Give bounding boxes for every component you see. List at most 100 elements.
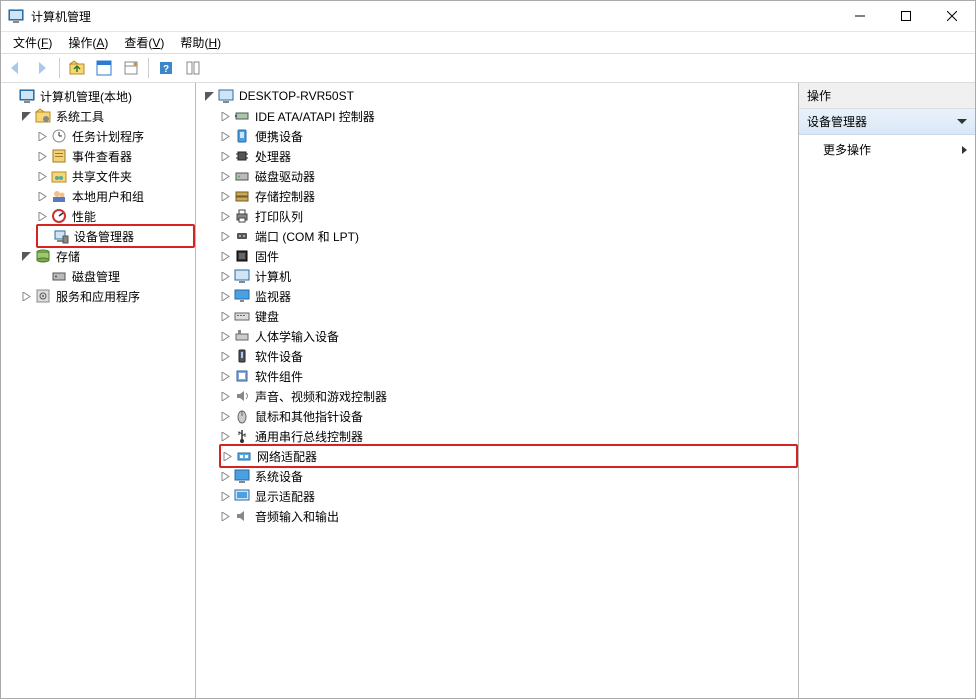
- tree-label: 存储: [54, 248, 82, 265]
- device-usb[interactable]: 通用串行总线控制器: [219, 426, 798, 446]
- expander-closed-icon[interactable]: [219, 350, 231, 362]
- menu-help[interactable]: 帮助(H): [172, 32, 229, 53]
- tree-root-computer-management[interactable]: 计算机管理(本地): [4, 86, 195, 106]
- device-processors[interactable]: 处理器: [219, 146, 798, 166]
- device-label: 处理器: [253, 148, 293, 165]
- tree-storage[interactable]: 存储: [20, 246, 195, 266]
- expander-closed-icon[interactable]: [36, 210, 48, 222]
- device-firmware[interactable]: 固件: [219, 246, 798, 266]
- expander-closed-icon[interactable]: [36, 150, 48, 162]
- device-keyboards[interactable]: 键盘: [219, 306, 798, 326]
- expander-closed-icon[interactable]: [219, 490, 231, 502]
- toolbar-btn-b[interactable]: [119, 56, 143, 80]
- tree-services-apps[interactable]: 服务和应用程序: [20, 286, 195, 306]
- minimize-button[interactable]: [837, 1, 883, 31]
- expander-closed-icon[interactable]: [219, 410, 231, 422]
- close-button[interactable]: [929, 1, 975, 31]
- device-computer-cat[interactable]: 计算机: [219, 266, 798, 286]
- expander-open-icon[interactable]: [20, 250, 32, 262]
- collapse-arrow-icon: [957, 119, 967, 124]
- up-button[interactable]: [65, 56, 89, 80]
- expander-closed-icon[interactable]: [219, 250, 231, 262]
- toolbar-separator: [59, 58, 60, 78]
- device-tree-pane[interactable]: DESKTOP-RVR50ST IDE ATA/ATAPI 控制器 便携设备 处…: [196, 83, 799, 698]
- device-software-devices[interactable]: 软件设备: [219, 346, 798, 366]
- expander-closed-icon[interactable]: [219, 270, 231, 282]
- menu-view[interactable]: 查看(V): [116, 32, 172, 53]
- device-network-adapters[interactable]: 网络适配器: [219, 444, 798, 468]
- maximize-button[interactable]: [883, 1, 929, 31]
- expander-closed-icon[interactable]: [219, 310, 231, 322]
- expander-closed-icon[interactable]: [219, 150, 231, 162]
- menubar: 文件(F) 操作(A) 查看(V) 帮助(H): [1, 32, 975, 53]
- device-sound[interactable]: 声音、视频和游戏控制器: [219, 386, 798, 406]
- expander-closed-icon[interactable]: [221, 450, 233, 462]
- software-component-icon: [234, 368, 250, 384]
- tree-device-manager[interactable]: 设备管理器: [36, 224, 195, 248]
- help-button[interactable]: ?: [154, 56, 178, 80]
- left-tree-pane[interactable]: 计算机管理(本地) 系统工具 任务计划程序 事件查看器 共享文件夹: [1, 83, 196, 698]
- device-ports[interactable]: 端口 (COM 和 LPT): [219, 226, 798, 246]
- expander-closed-icon[interactable]: [36, 170, 48, 182]
- expander-closed-icon[interactable]: [219, 210, 231, 222]
- expander-closed-icon[interactable]: [219, 470, 231, 482]
- device-software-components[interactable]: 软件组件: [219, 366, 798, 386]
- device-print-queues[interactable]: 打印队列: [219, 206, 798, 226]
- expander-closed-icon[interactable]: [219, 290, 231, 302]
- device-label: 通用串行总线控制器: [253, 428, 365, 445]
- actions-more-actions[interactable]: 更多操作: [799, 135, 975, 164]
- device-system-devices[interactable]: 系统设备: [219, 466, 798, 486]
- menu-action[interactable]: 操作(A): [60, 32, 116, 53]
- tree-label: 共享文件夹: [70, 168, 134, 185]
- device-mice[interactable]: 鼠标和其他指针设备: [219, 406, 798, 426]
- tree-shared-folders[interactable]: 共享文件夹: [36, 166, 195, 186]
- device-audio-io[interactable]: 音频输入和输出: [219, 506, 798, 526]
- expander-closed-icon[interactable]: [20, 290, 32, 302]
- actions-item-label: 更多操作: [823, 141, 871, 158]
- expander-closed-icon[interactable]: [219, 110, 231, 122]
- menu-file[interactable]: 文件(F): [5, 32, 60, 53]
- expander-closed-icon[interactable]: [219, 430, 231, 442]
- device-hid[interactable]: 人体学输入设备: [219, 326, 798, 346]
- actions-category[interactable]: 设备管理器: [799, 109, 975, 135]
- device-label: 声音、视频和游戏控制器: [253, 388, 389, 405]
- device-portable-devices[interactable]: 便携设备: [219, 126, 798, 146]
- tree-system-tools[interactable]: 系统工具: [20, 106, 195, 126]
- device-monitors[interactable]: 监视器: [219, 286, 798, 306]
- expander-closed-icon[interactable]: [219, 390, 231, 402]
- expander-closed-icon[interactable]: [219, 510, 231, 522]
- tree-performance[interactable]: 性能: [36, 206, 195, 226]
- tree-local-users-groups[interactable]: 本地用户和组: [36, 186, 195, 206]
- software-device-icon: [234, 348, 250, 364]
- device-computer-root[interactable]: DESKTOP-RVR50ST: [203, 86, 798, 106]
- toolbar-btn-a[interactable]: [92, 56, 116, 80]
- expander-closed-icon[interactable]: [219, 230, 231, 242]
- expander-closed-icon[interactable]: [219, 330, 231, 342]
- expander-closed-icon[interactable]: [219, 170, 231, 182]
- device-ide[interactable]: IDE ATA/ATAPI 控制器: [219, 106, 798, 126]
- event-log-icon: [51, 148, 67, 164]
- tree-disk-management[interactable]: 磁盘管理: [36, 266, 195, 286]
- expander-open-icon[interactable]: [203, 90, 215, 102]
- expander-closed-icon[interactable]: [219, 130, 231, 142]
- display-adapter-icon: [234, 488, 250, 504]
- clock-icon: [51, 128, 67, 144]
- expander-closed-icon[interactable]: [36, 130, 48, 142]
- tree-event-viewer[interactable]: 事件查看器: [36, 146, 195, 166]
- actions-category-label: 设备管理器: [807, 113, 867, 130]
- toolbar-btn-c[interactable]: [181, 56, 205, 80]
- device-disk-drives[interactable]: 磁盘驱动器: [219, 166, 798, 186]
- nav-forward-button[interactable]: [30, 56, 54, 80]
- portable-device-icon: [234, 128, 250, 144]
- expander-closed-icon[interactable]: [219, 190, 231, 202]
- device-display-adapters[interactable]: 显示适配器: [219, 486, 798, 506]
- actions-pane: 操作 设备管理器 更多操作: [799, 83, 975, 698]
- device-label: 便携设备: [253, 128, 305, 145]
- tree-task-scheduler[interactable]: 任务计划程序: [36, 126, 195, 146]
- expander-closed-icon[interactable]: [36, 190, 48, 202]
- nav-back-button[interactable]: [3, 56, 27, 80]
- device-label: 显示适配器: [253, 488, 317, 505]
- expander-closed-icon[interactable]: [219, 370, 231, 382]
- expander-open-icon[interactable]: [20, 110, 32, 122]
- device-storage-controllers[interactable]: 存储控制器: [219, 186, 798, 206]
